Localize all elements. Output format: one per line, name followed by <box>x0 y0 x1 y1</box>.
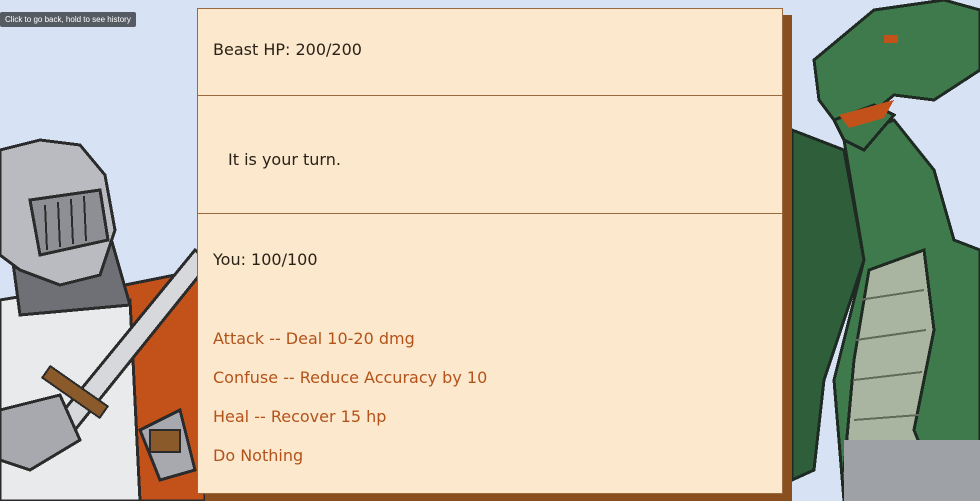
player-section: You: 100/100 Attack -- Deal 10-20 dmg Co… <box>198 214 782 493</box>
attack-action-link[interactable]: Attack -- Deal 10-20 dmg <box>213 329 415 348</box>
battle-message: It is your turn. <box>228 150 341 169</box>
player-hp-label: You: 100/100 <box>213 250 318 269</box>
do-nothing-action-link[interactable]: Do Nothing <box>213 446 303 465</box>
back-button-tooltip: Click to go back, hold to see history <box>0 12 136 27</box>
battle-panel: Beast HP: 200/200 It is your turn. You: … <box>197 8 783 494</box>
dragon-sprite <box>790 0 980 501</box>
heal-action-link[interactable]: Heal -- Recover 15 hp <box>213 407 386 426</box>
beast-status-section: Beast HP: 200/200 <box>198 9 782 96</box>
knight-sprite <box>0 138 210 501</box>
beast-hp-label: Beast HP: 200/200 <box>213 40 362 59</box>
confuse-action-link[interactable]: Confuse -- Reduce Accuracy by 10 <box>213 368 487 387</box>
battle-message-section: It is your turn. <box>198 96 782 214</box>
